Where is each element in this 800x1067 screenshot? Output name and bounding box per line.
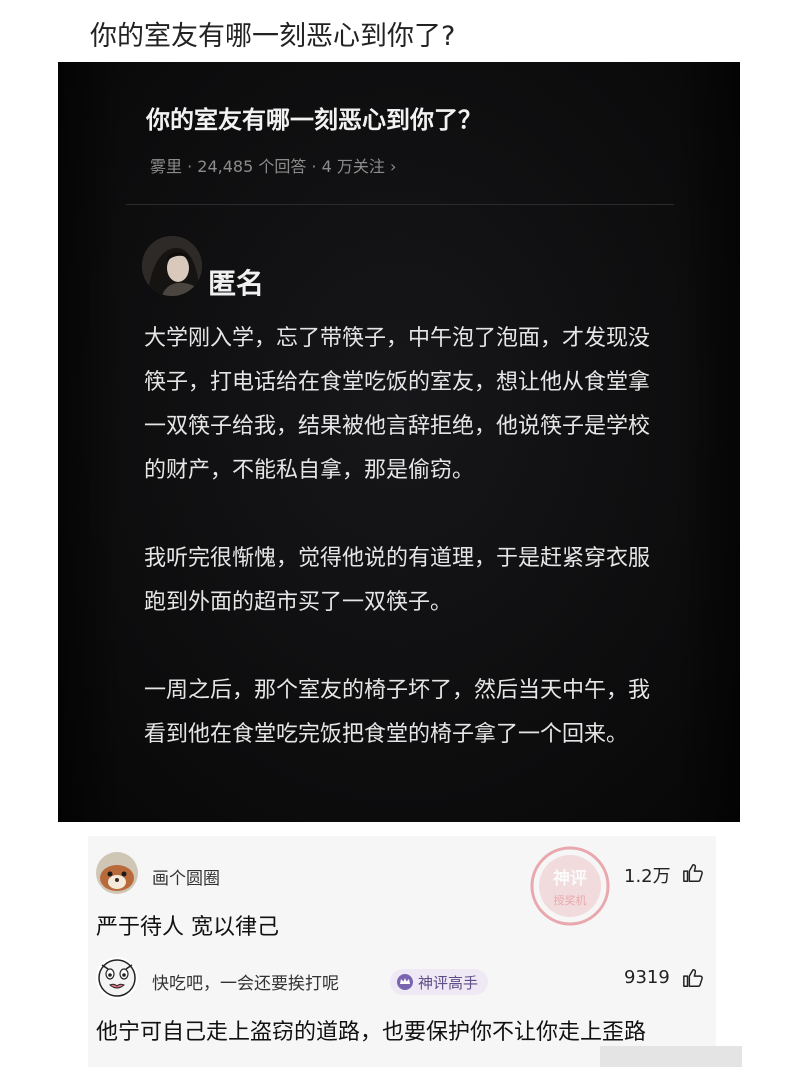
comment-avatar[interactable] xyxy=(96,957,138,999)
comments-section: 神评 授奖机 画个圆圈 1.2万 严于待人 宽以律己 快吃吧，一会还要挨打呢 神… xyxy=(88,836,716,1067)
comment-text: 严于待人 宽以律己 xyxy=(96,915,279,940)
watermark-line2: 授奖机 xyxy=(554,893,587,907)
watermark-line1: 神评 xyxy=(553,868,587,889)
comment-like-count: 1.2万 xyxy=(624,866,671,887)
comment-author[interactable]: 画个圆圈 xyxy=(152,864,220,889)
bottom-strip xyxy=(600,1046,742,1067)
comment-text: 他宁可自己走上盗窃的道路，也要保护你不让你走上歪路 xyxy=(96,1020,647,1045)
watermark-stamp-icon: 神评 授奖机 xyxy=(530,846,610,926)
question-meta[interactable]: 雾里 · 24,485 个回答 · 4 万关注 › xyxy=(150,153,396,177)
comment-like-count: 9319 xyxy=(624,967,670,988)
thumbs-up-icon[interactable] xyxy=(682,862,704,884)
comment-author[interactable]: 快吃吧，一会还要挨打呢 xyxy=(152,969,339,994)
author-avatar[interactable] xyxy=(142,236,202,296)
divider xyxy=(126,204,674,205)
answer-content: 大学刚入学，忘了带筷子，中午泡了泡面，才发现没筷子，打电话给在食堂吃饭的室友，想… xyxy=(144,317,664,757)
comment-avatar[interactable] xyxy=(96,852,138,894)
cartoon-face-avatar-icon xyxy=(96,957,138,999)
thumbs-up-icon[interactable] xyxy=(682,967,704,989)
question-title[interactable]: 你的室友有哪一刻恶心到你了？ xyxy=(146,100,482,135)
page-title: 你的室友有哪一刻恶心到你了? xyxy=(90,21,456,52)
answer-paragraph: 大学刚入学，忘了带筷子，中午泡了泡面，才发现没筷子，打电话给在食堂吃饭的室友，想… xyxy=(144,326,651,483)
badge-label: 神评高手 xyxy=(418,973,479,992)
author-name[interactable]: 匿名 xyxy=(208,262,264,302)
portrait-icon xyxy=(142,236,202,296)
zhihu-answer-screenshot: 你的室友有哪一刻恶心到你了？ 雾里 · 24,485 个回答 · 4 万关注 ›… xyxy=(58,62,740,822)
pet-avatar-icon xyxy=(96,852,138,894)
answer-paragraph: 我听完很惭愧，觉得他说的有道理，于是赶紧穿衣服跑到外面的超市买了一双筷子。 xyxy=(144,546,651,615)
answer-paragraph: 一周之后，那个室友的椅子坏了，然后当天中午，我看到他在食堂吃完饭把食堂的椅子拿了… xyxy=(144,678,651,747)
vignette-left xyxy=(58,62,124,822)
vignette-right xyxy=(674,62,740,822)
commenter-badge[interactable]: 神评高手 xyxy=(390,969,489,995)
crown-badge-icon xyxy=(397,974,413,990)
